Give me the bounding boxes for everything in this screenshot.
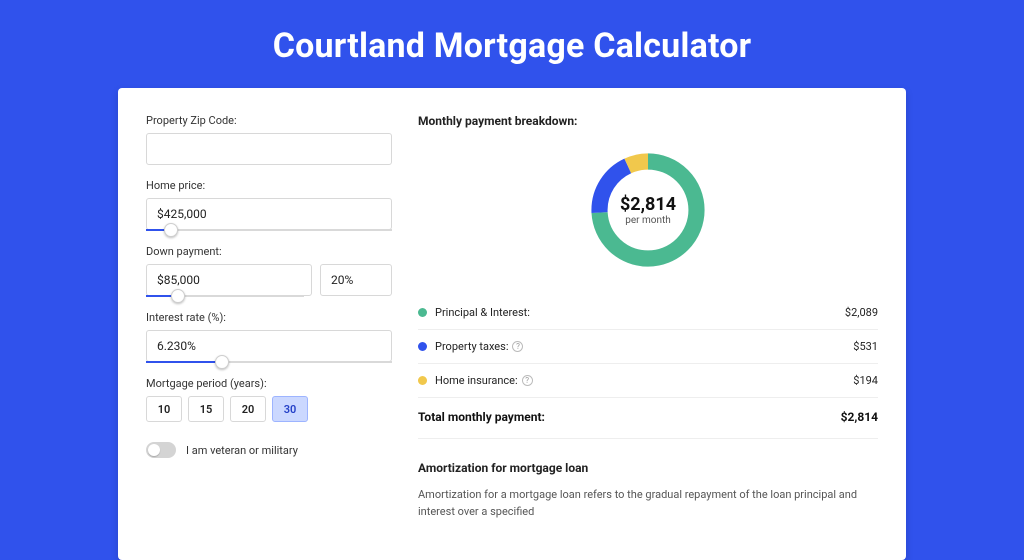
total-label: Total monthly payment:: [418, 410, 841, 424]
legend-value: $2,089: [845, 306, 878, 319]
interest-rate-label: Interest rate (%):: [146, 311, 392, 324]
amortization-section: Amortization for mortgage loan Amortizat…: [418, 461, 878, 520]
calculator-card: Property Zip Code: Home price: Down paym…: [118, 88, 906, 560]
legend-row-0: Principal & Interest:$2,089: [418, 296, 878, 330]
legend-label: Property taxes: ?: [435, 340, 853, 353]
amortization-title: Amortization for mortgage loan: [418, 461, 878, 475]
legend-row-1: Property taxes: ?$531: [418, 330, 878, 364]
down-payment-label: Down payment:: [146, 245, 392, 258]
zip-group: Property Zip Code:: [146, 114, 392, 165]
breakdown-pane: Monthly payment breakdown: $2,814 per mo…: [418, 114, 878, 520]
period-button-15[interactable]: 15: [188, 396, 224, 422]
donut-chart-wrap: $2,814 per month: [418, 146, 878, 274]
veteran-label: I am veteran or military: [186, 444, 298, 457]
page-title: Courtland Mortgage Calculator: [0, 0, 1024, 88]
legend-dot-icon: [418, 342, 427, 351]
home-price-input[interactable]: [146, 198, 392, 230]
interest-rate-group: Interest rate (%):: [146, 311, 392, 363]
down-payment-slider-knob[interactable]: [171, 289, 185, 303]
home-price-group: Home price:: [146, 179, 392, 231]
amortization-text: Amortization for a mortgage loan refers …: [418, 487, 878, 520]
interest-rate-input[interactable]: [146, 330, 392, 362]
donut-chart: $2,814 per month: [584, 146, 712, 274]
period-button-10[interactable]: 10: [146, 396, 182, 422]
legend-value: $531: [853, 340, 878, 353]
donut-sub: per month: [625, 215, 671, 226]
home-price-label: Home price:: [146, 179, 392, 192]
period-button-20[interactable]: 20: [230, 396, 266, 422]
total-row: Total monthly payment: $2,814: [418, 398, 878, 439]
legend-value: $194: [853, 374, 878, 387]
legend-dot-icon: [418, 308, 427, 317]
down-payment-pct-input[interactable]: [320, 264, 392, 296]
mortgage-period-label: Mortgage period (years):: [146, 377, 392, 390]
inputs-pane: Property Zip Code: Home price: Down paym…: [146, 114, 392, 520]
legend-label: Home insurance: ?: [435, 374, 853, 387]
donut-center: $2,814 per month: [584, 146, 712, 274]
veteran-toggle[interactable]: [146, 442, 176, 458]
total-value: $2,814: [841, 410, 878, 424]
breakdown-title: Monthly payment breakdown:: [418, 114, 878, 128]
mortgage-period-group: Mortgage period (years): 10152030: [146, 377, 392, 422]
legend-dot-icon: [418, 376, 427, 385]
legend-row-2: Home insurance: ?$194: [418, 364, 878, 398]
interest-rate-slider-knob[interactable]: [215, 355, 229, 369]
interest-rate-slider[interactable]: [146, 361, 392, 363]
veteran-row: I am veteran or military: [146, 442, 392, 458]
home-price-slider[interactable]: [146, 229, 392, 231]
donut-amount: $2,814: [620, 194, 676, 215]
home-price-slider-knob[interactable]: [164, 223, 178, 237]
period-button-30[interactable]: 30: [272, 396, 308, 422]
down-payment-group: Down payment:: [146, 245, 392, 297]
zip-input[interactable]: [146, 133, 392, 165]
info-icon[interactable]: ?: [522, 375, 533, 386]
info-icon[interactable]: ?: [512, 341, 523, 352]
down-payment-slider[interactable]: [146, 295, 304, 297]
legend-label: Principal & Interest:: [435, 306, 845, 319]
toggle-dot-icon: [148, 444, 160, 456]
zip-label: Property Zip Code:: [146, 114, 392, 127]
